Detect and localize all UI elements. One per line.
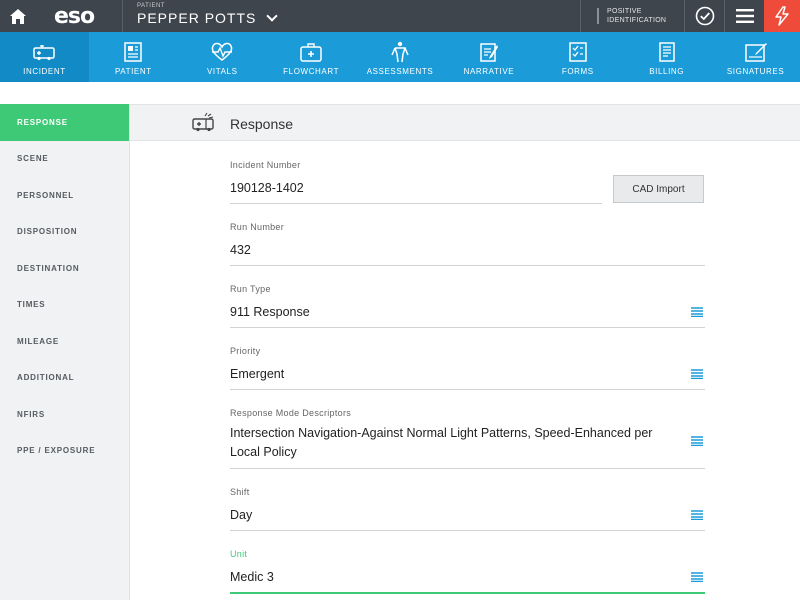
nav-tabs: INCIDENT PATIENT VITALS FLOWCHART ASSESS… [0, 32, 800, 82]
heart-pulse-icon [211, 42, 233, 61]
positive-identification-button[interactable]: POSITIVE IDENTIFICATION [580, 0, 684, 32]
sidebar-item-destination[interactable]: DESTINATION [0, 250, 129, 287]
signature-icon [744, 42, 767, 62]
priority-field[interactable]: Priority Emergent [230, 346, 705, 390]
run-number-input[interactable]: 432 [230, 241, 705, 260]
medkit-icon [300, 42, 322, 62]
shift-value: Day [230, 508, 253, 522]
tab-label: BILLING [649, 66, 685, 76]
checklist-icon [569, 41, 587, 62]
tab-patient[interactable]: PATIENT [89, 32, 178, 82]
sidebar-item-nfirs[interactable]: NFIRS [0, 396, 129, 433]
sidebar-item-personnel[interactable]: PERSONNEL [0, 177, 129, 214]
tab-label: ASSESSMENTS [366, 66, 434, 76]
incident-number-field[interactable]: Incident Number 190128-1402 [230, 160, 602, 204]
list-picker-icon[interactable] [691, 510, 703, 520]
tab-label: FORMS [561, 66, 594, 76]
field-label: Response Mode Descriptors [230, 408, 352, 418]
tab-assessments[interactable]: ASSESSMENTS [356, 32, 445, 82]
tab-label: FLOWCHART [283, 66, 340, 76]
list-picker-icon[interactable] [691, 436, 703, 446]
list-picker-icon[interactable] [691, 572, 703, 582]
tab-incident[interactable]: INCIDENT [0, 32, 89, 82]
run-number-field[interactable]: Run Number 432 [230, 222, 705, 266]
response-mode-field[interactable]: Response Mode Descriptors Intersection N… [230, 408, 705, 469]
pencil-doc-icon [480, 42, 498, 62]
positive-id-line2: IDENTIFICATION [607, 17, 667, 24]
tab-label: NARRATIVE [463, 66, 515, 76]
body-icon [391, 41, 409, 62]
field-label: Run Number [230, 222, 285, 232]
sidebar-item-ppe-exposure[interactable]: PPE / EXPOSURE [0, 433, 129, 470]
eso-logo[interactable]: eso [36, 0, 120, 32]
sidebar-item-times[interactable]: TIMES [0, 287, 129, 324]
section-title: Response [230, 116, 294, 132]
lightning-icon [775, 6, 789, 26]
tab-label: SIGNATURES [726, 66, 785, 76]
field-label: Unit [230, 549, 248, 559]
sidebar-item-additional[interactable]: ADDITIONAL [0, 360, 129, 397]
run-type-field[interactable]: Run Type 911 Response [230, 284, 705, 328]
chevron-down-icon [266, 9, 279, 22]
cad-import-button[interactable]: CAD Import [613, 175, 704, 203]
sidebar-item-mileage[interactable]: MILEAGE [0, 323, 129, 360]
divider [597, 8, 599, 24]
unit-value: Medic 3 [230, 570, 274, 584]
positive-id-line1: POSITIVE [607, 8, 642, 15]
sidebar-item-disposition[interactable]: DISPOSITION [0, 214, 129, 251]
tab-forms[interactable]: FORMS [533, 32, 622, 82]
main-content: Response Incident Number 190128-1402 CAD… [130, 104, 800, 600]
patient-selector[interactable]: PATIENT PEPPER POTTS [122, 0, 279, 32]
validate-button[interactable] [684, 0, 724, 32]
alert-button[interactable] [764, 0, 800, 32]
section-sidebar: RESPONSE SCENE PERSONNEL DISPOSITION DES… [0, 104, 130, 600]
field-label: Incident Number [230, 160, 301, 170]
home-button[interactable] [0, 0, 36, 32]
field-label: Priority [230, 346, 261, 356]
shift-field[interactable]: Shift Day [230, 487, 705, 531]
tab-label: INCIDENT [23, 66, 66, 76]
ambulance-icon [33, 44, 56, 60]
section-header: Response [130, 104, 800, 141]
top-bar: eso PATIENT PEPPER POTTS POSITIVE IDENTI… [0, 0, 800, 32]
patient-label: PATIENT [137, 3, 165, 9]
run-type-value: 911 Response [230, 305, 310, 319]
tab-billing[interactable]: BILLING [622, 32, 711, 82]
incident-number-input[interactable]: 190128-1402 [230, 179, 602, 198]
tab-label: PATIENT [114, 66, 152, 76]
unit-field[interactable]: Unit Medic 3 [230, 549, 705, 594]
patient-chart-icon [124, 41, 143, 62]
patient-name: PEPPER POTTS [137, 10, 257, 26]
field-label: Shift [230, 487, 250, 497]
priority-value: Emergent [230, 367, 285, 381]
ambulance-icon [192, 112, 214, 132]
hamburger-icon [735, 9, 754, 23]
menu-button[interactable] [724, 0, 764, 32]
list-picker-icon[interactable] [691, 307, 703, 317]
field-label: Run Type [230, 284, 271, 294]
sidebar-item-scene[interactable]: SCENE [0, 141, 129, 178]
response-mode-value: Intersection Navigation-Against Normal L… [230, 426, 653, 459]
tab-signatures[interactable]: SIGNATURES [711, 32, 800, 82]
sidebar-item-response[interactable]: RESPONSE [0, 104, 129, 141]
invoice-icon [658, 41, 675, 62]
check-circle-icon [695, 6, 714, 26]
list-picker-icon[interactable] [691, 369, 703, 379]
tab-label: VITALS [206, 66, 238, 76]
tab-narrative[interactable]: NARRATIVE [444, 32, 533, 82]
tab-vitals[interactable]: VITALS [178, 32, 267, 82]
home-icon [10, 8, 26, 24]
tab-flowchart[interactable]: FLOWCHART [267, 32, 356, 82]
